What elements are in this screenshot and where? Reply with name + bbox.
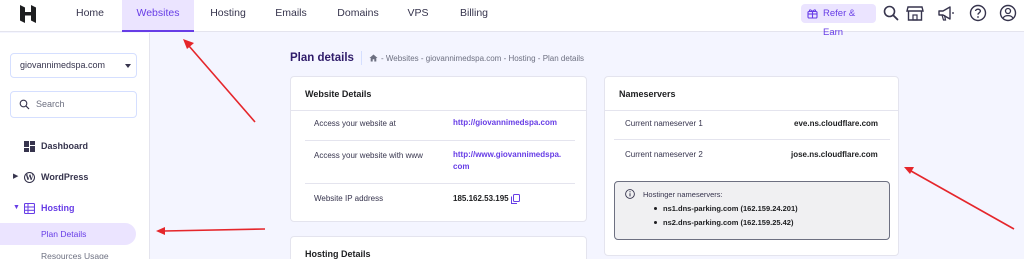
wordpress-icon: W: [24, 172, 35, 183]
row-label: Current nameserver 2: [625, 150, 703, 159]
top-navigation: Home Websites Hosting Emails Domains VPS…: [0, 0, 1024, 38]
annotation-arrow: [183, 39, 256, 123]
card-divider: [605, 110, 898, 111]
refer-earn-label: Refer & Earn: [823, 8, 856, 38]
breadcrumb-path: - Websites - giovannimedspa.com - Hostin…: [381, 54, 585, 63]
breadcrumb-divider: [361, 51, 362, 65]
sidebar-item-label: WordPress: [41, 172, 89, 182]
row-label: Current nameserver 1: [625, 119, 703, 128]
annotation-arrow: [904, 167, 1015, 230]
nav-tab-hosting[interactable]: Hosting: [200, 0, 256, 32]
page-title: Plan details: [290, 52, 354, 64]
chevron-down-icon: [125, 64, 131, 68]
nameserver-1-value: eve.ns.cloudflare.com: [794, 119, 879, 128]
sidebar-item-label: Hosting: [41, 203, 75, 213]
search-input[interactable]: Search: [10, 91, 137, 118]
nameservers-card: Nameservers Current nameserver 1 eve.ns.…: [604, 76, 899, 256]
refer-earn-button[interactable]: Refer & Earn: [801, 4, 876, 38]
chevron-right-icon: ▶: [13, 173, 19, 180]
nav-tab-emails[interactable]: Emails: [265, 0, 317, 32]
chevron-down-icon: ▼: [13, 204, 20, 211]
card-title: Nameservers: [619, 89, 676, 99]
hostinger-logo[interactable]: [20, 5, 36, 23]
card-title: Hosting Details: [305, 249, 371, 259]
breadcrumb[interactable]: - Websites - giovannimedspa.com - Hostin…: [369, 54, 584, 63]
sidebar-item-label: Dashboard: [41, 141, 89, 151]
info-title: Hostinger nameservers:: [643, 190, 723, 199]
ip-address-value: 185.162.53.195: [453, 194, 509, 203]
sidebar-item-hosting[interactable]: ▼ Hosting: [0, 198, 150, 218]
nameserver-2-value: jose.ns.cloudflare.com: [791, 150, 878, 159]
store-icon[interactable]: [906, 4, 924, 22]
nav-tab-vps[interactable]: VPS: [398, 0, 438, 32]
website-select-value: giovannimedspa.com: [20, 60, 106, 70]
nav-tab-billing[interactable]: Billing: [451, 0, 497, 32]
info-list-item: ns1.dns-parking.com (162.159.24.201): [654, 204, 798, 213]
nav-tab-websites[interactable]: Websites: [122, 0, 194, 32]
website-url-link[interactable]: http://giovannimedspa.com: [453, 117, 557, 129]
row-label: Access your website with www: [314, 151, 423, 160]
website-select[interactable]: giovannimedspa.com: [10, 53, 137, 78]
svg-text:W: W: [25, 173, 34, 182]
sidebar-subitem-plan-details[interactable]: Plan Details: [0, 223, 136, 245]
info-icon: [625, 189, 635, 199]
sidebar-item-dashboard[interactable]: Dashboard: [0, 136, 150, 156]
sidebar-subitem-resources-usage[interactable]: Resources Usage: [0, 245, 136, 259]
account-icon[interactable]: [999, 4, 1017, 22]
nav-tab-home[interactable]: Home: [64, 0, 116, 32]
gift-icon: [807, 9, 818, 19]
info-list-item: ns2.dns-parking.com (162.159.25.42): [653, 218, 794, 227]
card-divider: [291, 110, 586, 111]
annotation-arrow: [156, 227, 266, 235]
sidebar: giovannimedspa.com Search Dashboard ▶ W …: [0, 33, 150, 259]
card-title: Website Details: [305, 89, 372, 99]
home-icon[interactable]: [369, 54, 378, 62]
hosting-icon: [24, 203, 35, 214]
row-divider: [305, 140, 575, 141]
website-www-url-link[interactable]: http://www.giovannimedspa. com: [453, 149, 561, 173]
row-divider: [305, 183, 575, 184]
copy-icon[interactable]: [511, 194, 520, 204]
row-label: Website IP address: [314, 194, 384, 203]
link-line: com: [453, 162, 470, 171]
nav-tab-domains[interactable]: Domains: [330, 0, 386, 32]
search-icon[interactable]: [882, 4, 900, 22]
megaphone-icon[interactable]: [937, 4, 955, 22]
row-divider: [614, 139, 890, 140]
dashboard-icon: [24, 141, 35, 152]
search-placeholder: Search: [36, 99, 65, 109]
hostinger-nameservers-info: Hostinger nameservers: ns1.dns-parking.c…: [614, 181, 890, 240]
hosting-details-card: Hosting Details: [290, 236, 587, 259]
website-details-card: Website Details Access your website at h…: [290, 76, 587, 222]
row-label: Access your website at: [314, 119, 396, 128]
sidebar-item-wordpress[interactable]: ▶ W WordPress: [0, 167, 150, 187]
link-line: http://www.giovannimedspa.: [453, 150, 562, 159]
help-icon[interactable]: [969, 4, 987, 22]
search-icon: [19, 99, 30, 110]
